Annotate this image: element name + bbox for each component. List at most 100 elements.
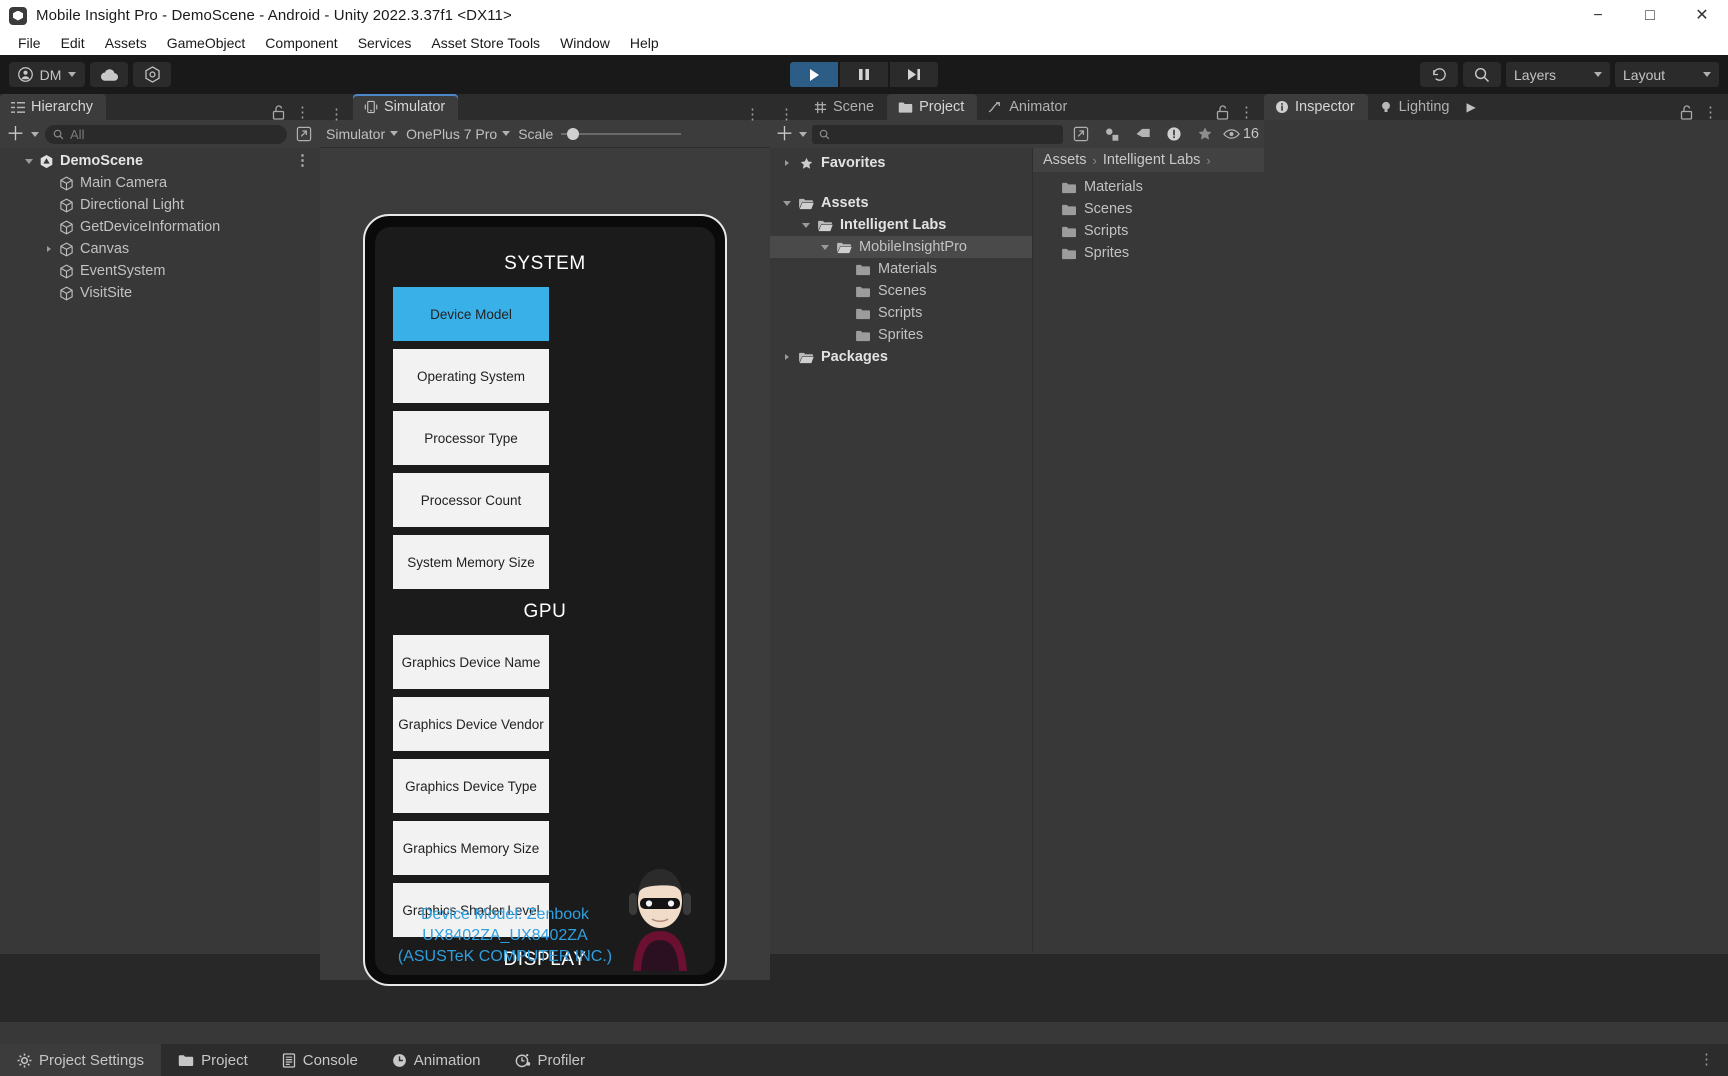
menu-file[interactable]: File — [8, 33, 51, 53]
tab-animator[interactable]: Animator — [977, 94, 1080, 120]
device-button-graphics-device-type[interactable]: Graphics Device Type — [393, 759, 549, 813]
filter-by-label-icon[interactable] — [1130, 123, 1156, 145]
twisty-expanded-icon[interactable] — [22, 158, 35, 164]
project-tree-item-mobileinsightpro[interactable]: MobileInsightPro — [770, 236, 1032, 258]
create-asset-button[interactable]: ＋ — [775, 125, 794, 144]
project-content-item-scripts[interactable]: Scripts — [1033, 220, 1264, 242]
kebab-menu-icon[interactable]: ⋮ — [745, 107, 760, 122]
project-tree-item-packages[interactable]: Packages — [770, 346, 1032, 368]
add-gameobject-button[interactable]: ＋ — [6, 125, 25, 144]
project-tree-item-intelligent-labs[interactable]: Intelligent Labs — [770, 214, 1032, 236]
project-tree-item-scripts[interactable]: Scripts — [770, 302, 1032, 324]
chevron-right-icon[interactable]: ▶ — [1462, 100, 1479, 114]
project-tree-item-scenes[interactable]: Scenes — [770, 280, 1032, 302]
device-button-graphics-memory-size[interactable]: Graphics Memory Size — [393, 821, 549, 875]
bottom-tab-project-settings[interactable]: Project Settings — [0, 1044, 162, 1076]
tab-project[interactable]: Project — [887, 94, 978, 120]
kebab-menu-icon[interactable]: ⋮ — [1239, 105, 1254, 120]
play-button[interactable] — [790, 62, 838, 87]
menu-component[interactable]: Component — [255, 33, 347, 53]
open-in-new-icon[interactable] — [293, 124, 314, 145]
project-tree-item-materials[interactable]: Materials — [770, 258, 1032, 280]
cloud-button[interactable] — [90, 62, 128, 87]
kebab-menu-icon[interactable]: ⋮ — [1699, 1052, 1728, 1067]
menu-services[interactable]: Services — [348, 33, 422, 53]
device-button-graphics-device-vendor[interactable]: Graphics Device Vendor — [393, 697, 549, 751]
minimize-button[interactable]: − — [1572, 0, 1624, 31]
menu-assets[interactable]: Assets — [95, 33, 157, 53]
visible-count[interactable]: 16 — [1223, 123, 1259, 145]
device-button-graphics-device-name[interactable]: Graphics Device Name — [393, 635, 549, 689]
open-in-new-icon[interactable] — [1068, 123, 1094, 145]
close-button[interactable]: ✕ — [1676, 0, 1728, 31]
hierarchy-item-visitsite[interactable]: VisitSite — [0, 282, 320, 304]
maximize-button[interactable]: □ — [1624, 0, 1676, 31]
account-button[interactable]: DM — [9, 62, 85, 87]
lock-open-icon[interactable] — [272, 105, 285, 120]
simulator-mode-dropdown[interactable]: Simulator — [326, 126, 399, 142]
hierarchy-item-main-camera[interactable]: Main Camera — [0, 172, 320, 194]
tab-inspector[interactable]: Inspector — [1264, 94, 1368, 120]
twisty-expanded-icon[interactable] — [818, 244, 831, 250]
device-button-processor-count[interactable]: Processor Count — [393, 473, 549, 527]
kebab-menu-icon[interactable]: ⋮ — [295, 105, 310, 120]
project-search-input[interactable] — [812, 124, 1063, 144]
hierarchy-item-directional-light[interactable]: Directional Light — [0, 194, 320, 216]
menu-gameobject[interactable]: GameObject — [157, 33, 256, 53]
warnings-icon[interactable] — [1161, 123, 1187, 145]
hierarchy-search-input[interactable]: All — [45, 124, 287, 144]
twisty-expanded-icon[interactable] — [799, 222, 812, 228]
bottom-tab-console[interactable]: Console — [265, 1044, 375, 1076]
project-tree-item-sprites[interactable]: Sprites — [770, 324, 1032, 346]
kebab-menu-icon[interactable]: ⋮ — [1703, 105, 1718, 120]
device-button-processor-type[interactable]: Processor Type — [393, 411, 549, 465]
simulator-device-dropdown[interactable]: OnePlus 7 Pro — [406, 126, 511, 142]
tab-hierarchy[interactable]: Hierarchy — [0, 94, 107, 120]
menu-help[interactable]: Help — [620, 33, 669, 53]
history-button[interactable] — [1420, 62, 1458, 87]
layout-dropdown[interactable]: Layout — [1615, 62, 1719, 87]
lock-open-icon[interactable] — [1216, 105, 1229, 120]
twisty-collapsed-icon[interactable] — [42, 246, 55, 252]
hierarchy-item-canvas[interactable]: Canvas — [0, 238, 320, 260]
scale-slider-knob[interactable] — [567, 127, 580, 140]
kebab-menu-icon[interactable]: ⋮ — [770, 107, 803, 122]
chevron-down-icon[interactable] — [799, 131, 808, 137]
tab-lighting[interactable]: Lighting — [1368, 94, 1463, 120]
project-tree-item-favorites[interactable]: Favorites — [770, 152, 1032, 174]
device-button-operating-system[interactable]: Operating System — [393, 349, 549, 403]
kebab-menu-icon[interactable]: ⋮ — [295, 153, 320, 168]
search-button[interactable] — [1463, 62, 1501, 87]
project-content-item-scenes[interactable]: Scenes — [1033, 198, 1264, 220]
menu-asset-store-tools[interactable]: Asset Store Tools — [421, 33, 550, 53]
breadcrumb-intelligent-labs[interactable]: Intelligent Labs — [1103, 152, 1201, 168]
step-button[interactable] — [890, 62, 938, 87]
project-content-item-materials[interactable]: Materials — [1033, 176, 1264, 198]
menu-window[interactable]: Window — [550, 33, 620, 53]
bottom-tab-animation[interactable]: Animation — [375, 1044, 498, 1076]
twisty-expanded-icon[interactable] — [780, 200, 793, 206]
bottom-tab-project[interactable]: Project — [161, 1044, 265, 1076]
twisty-collapsed-icon[interactable] — [780, 354, 793, 360]
menu-edit[interactable]: Edit — [51, 33, 95, 53]
hierarchy-item-eventsystem[interactable]: EventSystem — [0, 260, 320, 282]
twisty-collapsed-icon[interactable] — [780, 160, 793, 166]
unity-services-button[interactable] — [133, 62, 171, 87]
device-button-system-memory-size[interactable]: System Memory Size — [393, 535, 549, 589]
layers-dropdown[interactable]: Layers — [1506, 62, 1610, 87]
tab-scene[interactable]: Scene — [803, 94, 887, 120]
filter-by-type-icon[interactable] — [1099, 123, 1125, 145]
kebab-menu-icon[interactable]: ⋮ — [320, 107, 353, 122]
hierarchy-item-demoscene[interactable]: DemoScene ⋮ — [0, 150, 320, 172]
breadcrumb-assets[interactable]: Assets — [1043, 152, 1087, 168]
pause-button[interactable] — [840, 62, 888, 87]
lock-open-icon[interactable] — [1680, 105, 1693, 120]
hierarchy-item-getdeviceinformation[interactable]: GetDeviceInformation — [0, 216, 320, 238]
project-tree-item-assets[interactable]: Assets — [770, 192, 1032, 214]
favorites-star-icon[interactable] — [1192, 123, 1218, 145]
tab-simulator[interactable]: Simulator — [353, 94, 459, 120]
device-button-device-model[interactable]: Device Model — [393, 287, 549, 341]
scale-slider[interactable] — [561, 127, 682, 140]
bottom-tab-profiler[interactable]: Profiler — [498, 1044, 603, 1076]
project-content-item-sprites[interactable]: Sprites — [1033, 242, 1264, 264]
